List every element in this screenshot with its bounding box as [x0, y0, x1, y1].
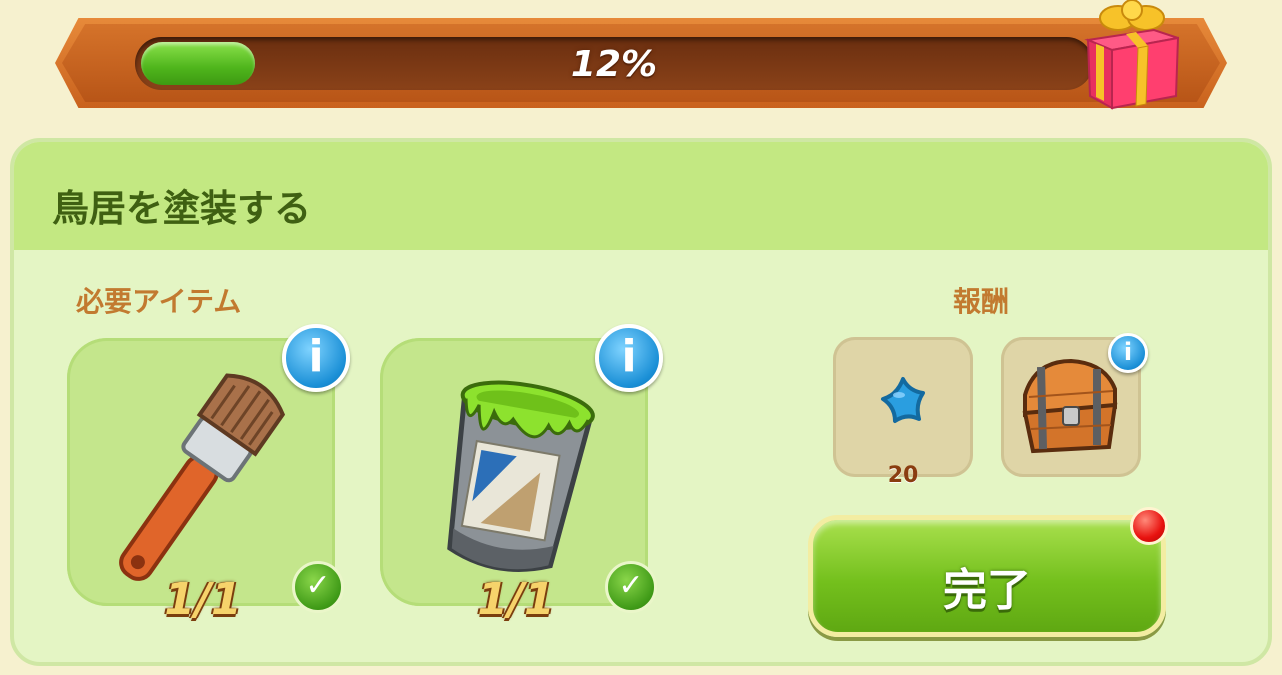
task-title: 鳥居を塗装する — [52, 187, 311, 230]
reward-count: 20 — [887, 463, 919, 488]
reward-card[interactable]: i — [1001, 333, 1148, 477]
task-header: 鳥居を塗装する — [14, 142, 1268, 250]
required-items-label: 必要アイテム — [76, 285, 242, 318]
required-item-card[interactable]: i 1/1 ✓ — [67, 324, 350, 625]
checkmark-icon: ✓ — [292, 561, 344, 613]
item-count: 1/1 — [164, 574, 242, 625]
reward-card[interactable]: 20 — [833, 337, 973, 488]
required-item-card[interactable]: i 1/1 ✓ — [380, 324, 663, 625]
progress-percent: 12% — [570, 44, 658, 85]
progress-bar: 12% — [135, 37, 1093, 90]
info-button[interactable]: i — [282, 324, 350, 392]
complete-button[interactable]: 完了 — [808, 515, 1166, 637]
info-button[interactable]: i — [595, 324, 663, 392]
info-button[interactable]: i — [1108, 333, 1148, 373]
complete-button-label: 完了 — [943, 565, 1031, 616]
gift-box-icon[interactable] — [1082, 0, 1182, 110]
checkmark-icon: ✓ — [605, 561, 657, 613]
reward-label: 報酬 — [953, 285, 1010, 318]
notification-dot — [1130, 507, 1168, 545]
blue-star-icon — [881, 377, 925, 423]
item-count: 1/1 — [477, 574, 555, 625]
